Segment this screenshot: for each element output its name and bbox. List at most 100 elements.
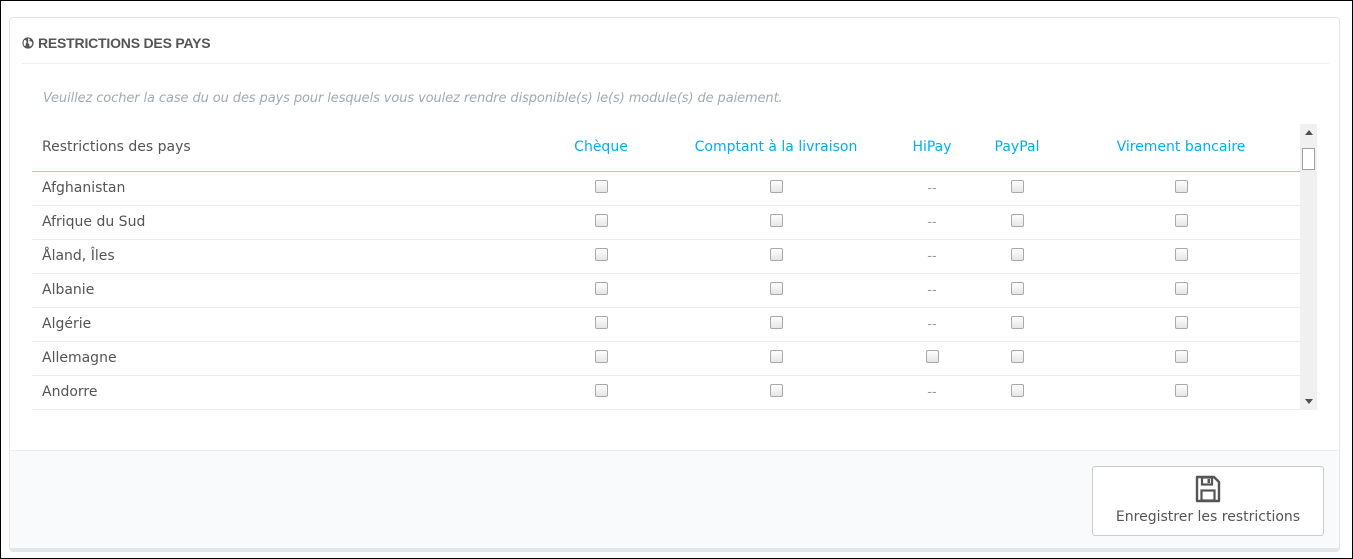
scroll-up-arrow-icon[interactable] xyxy=(1300,124,1317,141)
column-header-cash-on-delivery: Comptant à la livraison xyxy=(660,124,892,172)
checkbox-bank-wire[interactable] xyxy=(1174,214,1188,227)
panel-bottom-edge xyxy=(10,548,1339,551)
column-header-hipay: HiPay xyxy=(892,124,972,172)
cell-cash-on-delivery xyxy=(660,341,892,376)
panel-title: RESTRICTIONS DES PAYS xyxy=(38,35,211,51)
checkbox-cheque[interactable] xyxy=(594,282,608,295)
table-scrollbar[interactable] xyxy=(1300,124,1317,410)
checkbox-paypal[interactable] xyxy=(1010,248,1024,261)
unavailable-mark: -- xyxy=(927,385,937,400)
globe-icon xyxy=(22,37,34,49)
cell-bank-wire xyxy=(1062,171,1300,206)
checkbox-bank-wire[interactable] xyxy=(1174,248,1188,261)
cell-cheque xyxy=(542,239,660,274)
country-name: Andorre xyxy=(32,375,542,410)
unavailable-mark: -- xyxy=(927,181,937,196)
cell-bank-wire xyxy=(1062,307,1300,342)
country-name: Afrique du Sud xyxy=(32,205,542,240)
checkbox-paypal[interactable] xyxy=(1010,180,1024,193)
checkbox-bank-wire[interactable] xyxy=(1174,316,1188,329)
checkbox-paypal[interactable] xyxy=(1010,214,1024,227)
cell-bank-wire xyxy=(1062,341,1300,376)
checkbox-cash-on-delivery[interactable] xyxy=(769,384,783,397)
panel-heading: RESTRICTIONS DES PAYS xyxy=(22,33,211,53)
checkbox-bank-wire[interactable] xyxy=(1174,282,1188,295)
cell-cash-on-delivery xyxy=(660,375,892,410)
table-row: Åland, Îles -- xyxy=(32,239,1300,274)
country-name: Allemagne xyxy=(32,341,542,376)
table-row: Afrique du Sud -- xyxy=(32,205,1300,240)
cell-cash-on-delivery xyxy=(660,171,892,206)
column-header-bank-wire: Virement bancaire xyxy=(1062,124,1300,172)
checkbox-bank-wire[interactable] xyxy=(1174,180,1188,193)
table-row: Andorre -- xyxy=(32,375,1300,410)
column-header-paypal: PayPal xyxy=(972,124,1062,172)
cell-cheque xyxy=(542,375,660,410)
cell-hipay: -- xyxy=(892,409,972,410)
table-body: Afghanistan -- Afrique du Sud -- Åland, Îles… xyxy=(32,171,1300,410)
cell-hipay: -- xyxy=(892,239,972,274)
cell-paypal xyxy=(972,205,1062,240)
help-text: Veuillez cocher la case du ou des pays p… xyxy=(43,91,783,106)
cell-cash-on-delivery xyxy=(660,273,892,308)
table-header-row: Restrictions des pays Chèque Comptant à … xyxy=(32,124,1300,172)
country-name: Afghanistan xyxy=(32,171,542,206)
cell-paypal xyxy=(972,307,1062,342)
cell-cash-on-delivery xyxy=(660,205,892,240)
checkbox-cheque[interactable] xyxy=(594,350,608,363)
unavailable-mark: -- xyxy=(927,215,937,230)
checkbox-cheque[interactable] xyxy=(594,180,608,193)
checkbox-paypal[interactable] xyxy=(1010,350,1024,363)
checkbox-cheque[interactable] xyxy=(594,316,608,329)
table-row: Allemagne xyxy=(32,341,1300,376)
checkbox-paypal[interactable] xyxy=(1010,316,1024,329)
save-icon xyxy=(1195,475,1221,503)
column-header-cheque: Chèque xyxy=(542,124,660,172)
save-restrictions-button[interactable]: Enregistrer les restrictions xyxy=(1092,466,1324,536)
unavailable-mark: -- xyxy=(927,249,937,264)
checkbox-cash-on-delivery[interactable] xyxy=(769,248,783,261)
cell-cheque xyxy=(542,409,660,410)
checkbox-cash-on-delivery[interactable] xyxy=(769,282,783,295)
restrictions-table-scroll[interactable]: Restrictions des pays Chèque Comptant à … xyxy=(32,124,1324,410)
checkbox-cheque[interactable] xyxy=(594,214,608,227)
checkbox-paypal[interactable] xyxy=(1010,384,1024,397)
cell-cash-on-delivery xyxy=(660,307,892,342)
country-restrictions-panel: RESTRICTIONS DES PAYS Veuillez cocher la… xyxy=(9,17,1340,552)
table-row: Afghanistan -- xyxy=(32,171,1300,206)
country-name: Åland, Îles xyxy=(32,239,542,274)
checkbox-hipay[interactable] xyxy=(925,350,939,363)
cell-paypal xyxy=(972,239,1062,274)
unavailable-mark: -- xyxy=(927,283,937,298)
table-row: Angola -- xyxy=(32,409,1300,410)
checkbox-bank-wire[interactable] xyxy=(1174,384,1188,397)
cell-bank-wire xyxy=(1062,409,1300,410)
cell-hipay xyxy=(892,341,972,376)
checkbox-cash-on-delivery[interactable] xyxy=(769,350,783,363)
cell-hipay: -- xyxy=(892,171,972,206)
checkbox-cash-on-delivery[interactable] xyxy=(769,180,783,193)
checkbox-paypal[interactable] xyxy=(1010,282,1024,295)
restrictions-table: Restrictions des pays Chèque Comptant à … xyxy=(32,124,1300,410)
checkbox-cash-on-delivery[interactable] xyxy=(769,214,783,227)
checkbox-bank-wire[interactable] xyxy=(1174,350,1188,363)
checkbox-cheque[interactable] xyxy=(594,248,608,261)
unavailable-mark: -- xyxy=(927,317,937,332)
cell-cash-on-delivery xyxy=(660,239,892,274)
cell-bank-wire xyxy=(1062,273,1300,308)
cell-hipay: -- xyxy=(892,375,972,410)
table-row: Algérie -- xyxy=(32,307,1300,342)
cell-hipay: -- xyxy=(892,307,972,342)
checkbox-cheque[interactable] xyxy=(594,384,608,397)
cell-cheque xyxy=(542,273,660,308)
cell-cash-on-delivery xyxy=(660,409,892,410)
country-name: Albanie xyxy=(32,273,542,308)
table-row: Albanie -- xyxy=(32,273,1300,308)
cell-paypal xyxy=(972,341,1062,376)
scroll-down-arrow-icon[interactable] xyxy=(1300,393,1317,410)
cell-cheque xyxy=(542,205,660,240)
checkbox-cash-on-delivery[interactable] xyxy=(769,316,783,329)
scrollbar-thumb[interactable] xyxy=(1302,148,1315,170)
column-header-country: Restrictions des pays xyxy=(32,124,542,172)
cell-paypal xyxy=(972,375,1062,410)
